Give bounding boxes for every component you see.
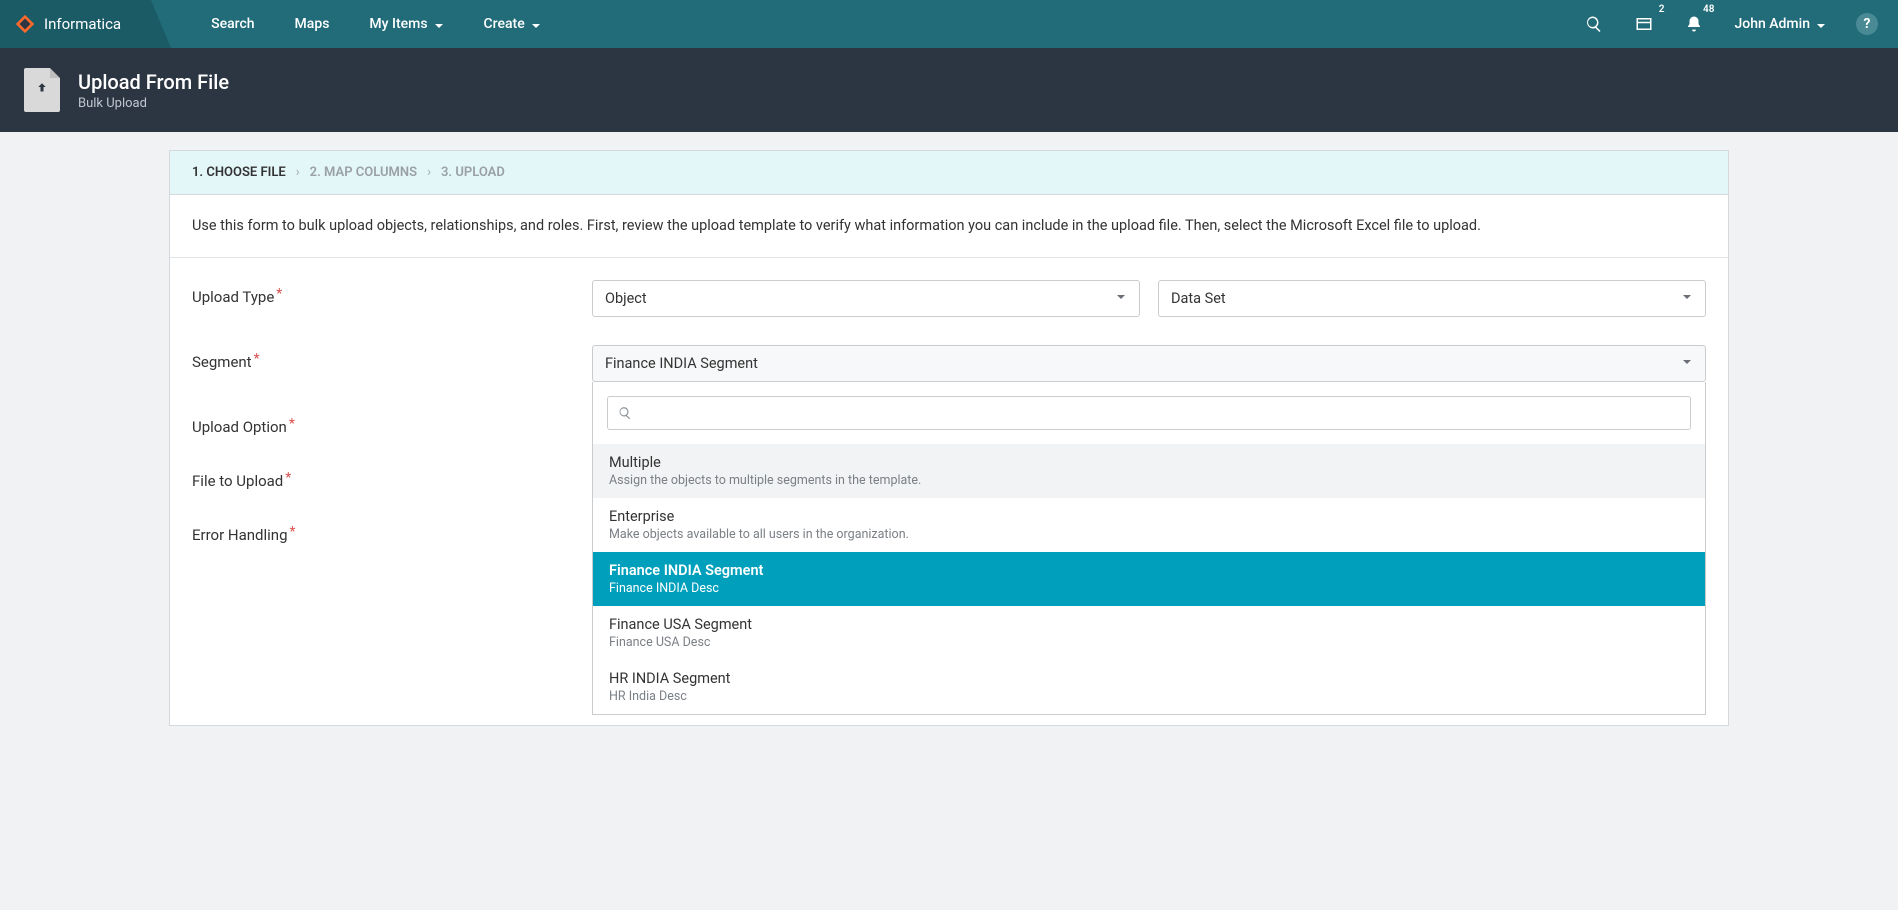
page-title: Upload From File [78, 70, 229, 94]
chevron-down-icon [1681, 290, 1693, 307]
required-star: * [254, 351, 260, 367]
step-bar: 1. CHOOSE FILE › 2. MAP COLUMNS › 3. UPL… [170, 151, 1728, 195]
dropdown-item[interactable]: Multiple Assign the objects to multiple … [593, 444, 1705, 498]
label-error-handling-text: Error Handling [192, 526, 288, 544]
select-upload-subtype[interactable]: Data Set [1158, 280, 1706, 317]
row-segment: Segment* Finance INDIA Segment [192, 345, 1706, 382]
select-upload-type[interactable]: Object [592, 280, 1140, 317]
step-3: 3. UPLOAD [441, 165, 505, 180]
box-icon[interactable]: 2 [1634, 14, 1654, 34]
dropdown-item-title: Finance INDIA Segment [609, 562, 1689, 579]
label-file-to-upload-text: File to Upload [192, 472, 283, 490]
dropdown-item[interactable]: Enterprise Make objects available to all… [593, 498, 1705, 552]
user-name: John Admin [1734, 16, 1810, 32]
step-1[interactable]: 1. CHOOSE FILE [192, 165, 286, 180]
help-icon[interactable]: ? [1856, 13, 1878, 35]
nav-maps[interactable]: Maps [295, 16, 330, 32]
label-upload-option: Upload Option* [192, 410, 592, 436]
select-segment-value: Finance INDIA Segment [605, 355, 758, 372]
bell-badge: 48 [1703, 4, 1714, 15]
dropdown-item-selected[interactable]: Finance INDIA Segment Finance INDIA Desc [593, 552, 1705, 606]
dropdown-search[interactable] [607, 396, 1691, 430]
box-badge: 2 [1659, 4, 1665, 15]
main-panel: 1. CHOOSE FILE › 2. MAP COLUMNS › 3. UPL… [169, 150, 1729, 726]
user-menu[interactable]: John Admin [1734, 16, 1826, 32]
search-icon[interactable] [1584, 14, 1604, 34]
label-upload-option-text: Upload Option [192, 418, 287, 436]
dropdown-search-input[interactable] [642, 405, 1680, 421]
label-upload-type-text: Upload Type [192, 288, 274, 306]
chevron-down-icon [434, 19, 444, 29]
form: Upload Type* Object Data Set Segment* [170, 258, 1728, 725]
required-star: * [276, 286, 282, 302]
dropdown-item-title: Enterprise [609, 508, 1689, 525]
required-star: * [289, 416, 295, 432]
nav-myitems[interactable]: My Items [369, 16, 443, 32]
brand-text: Informatica [44, 15, 121, 33]
required-star: * [285, 470, 291, 486]
logo-icon [14, 13, 36, 35]
chevron-right-icon: › [427, 165, 431, 180]
dropdown-item[interactable]: HR INDIA Segment HR India Desc [593, 660, 1705, 714]
dropdown-item-desc: HR India Desc [609, 689, 1689, 704]
dropdown-item-title: HR INDIA Segment [609, 670, 1689, 687]
required-star: * [290, 524, 296, 540]
label-error-handling: Error Handling* [192, 518, 592, 544]
nav-search[interactable]: Search [211, 16, 254, 32]
nav-right: 2 48 John Admin ? [1584, 13, 1898, 35]
label-file-to-upload: File to Upload* [192, 464, 592, 490]
upload-file-icon [24, 68, 60, 112]
nav-create-label: Create [484, 16, 525, 32]
select-upload-type-value: Object [605, 290, 647, 307]
dropdown-item-title: Finance USA Segment [609, 616, 1689, 633]
chevron-down-icon [1115, 290, 1127, 307]
dropdown-item-desc: Finance USA Desc [609, 635, 1689, 650]
dropdown-item[interactable]: Finance USA Segment Finance USA Desc [593, 606, 1705, 660]
top-nav: Informatica Search Maps My Items Create … [0, 0, 1898, 48]
page-header: Upload From File Bulk Upload [0, 48, 1898, 132]
select-upload-subtype-value: Data Set [1171, 290, 1226, 307]
label-upload-type: Upload Type* [192, 280, 592, 306]
search-icon [618, 406, 632, 420]
dropdown-item-desc: Make objects available to all users in t… [609, 527, 1689, 542]
instructions: Use this form to bulk upload objects, re… [170, 195, 1728, 258]
chevron-right-icon: › [296, 165, 300, 180]
nav-create[interactable]: Create [484, 16, 541, 32]
segment-dropdown: Multiple Assign the objects to multiple … [592, 382, 1706, 715]
chevron-down-icon [531, 19, 541, 29]
dropdown-item-desc: Finance INDIA Desc [609, 581, 1689, 596]
chevron-down-icon [1816, 19, 1826, 29]
dropdown-list[interactable]: Multiple Assign the objects to multiple … [593, 444, 1705, 714]
step-2: 2. MAP COLUMNS [310, 165, 417, 180]
label-segment-text: Segment [192, 353, 252, 371]
chevron-down-icon [1681, 355, 1693, 372]
page-subtitle: Bulk Upload [78, 96, 229, 111]
dropdown-item-desc: Assign the objects to multiple segments … [609, 473, 1689, 488]
logo-area[interactable]: Informatica [0, 0, 151, 48]
select-segment[interactable]: Finance INDIA Segment [592, 345, 1706, 382]
nav-items: Search Maps My Items Create [211, 16, 541, 32]
dropdown-item-title: Multiple [609, 454, 1689, 471]
bell-icon[interactable]: 48 [1684, 14, 1704, 34]
label-segment: Segment* [192, 345, 592, 371]
row-upload-type: Upload Type* Object Data Set [192, 280, 1706, 317]
nav-myitems-label: My Items [369, 16, 427, 32]
